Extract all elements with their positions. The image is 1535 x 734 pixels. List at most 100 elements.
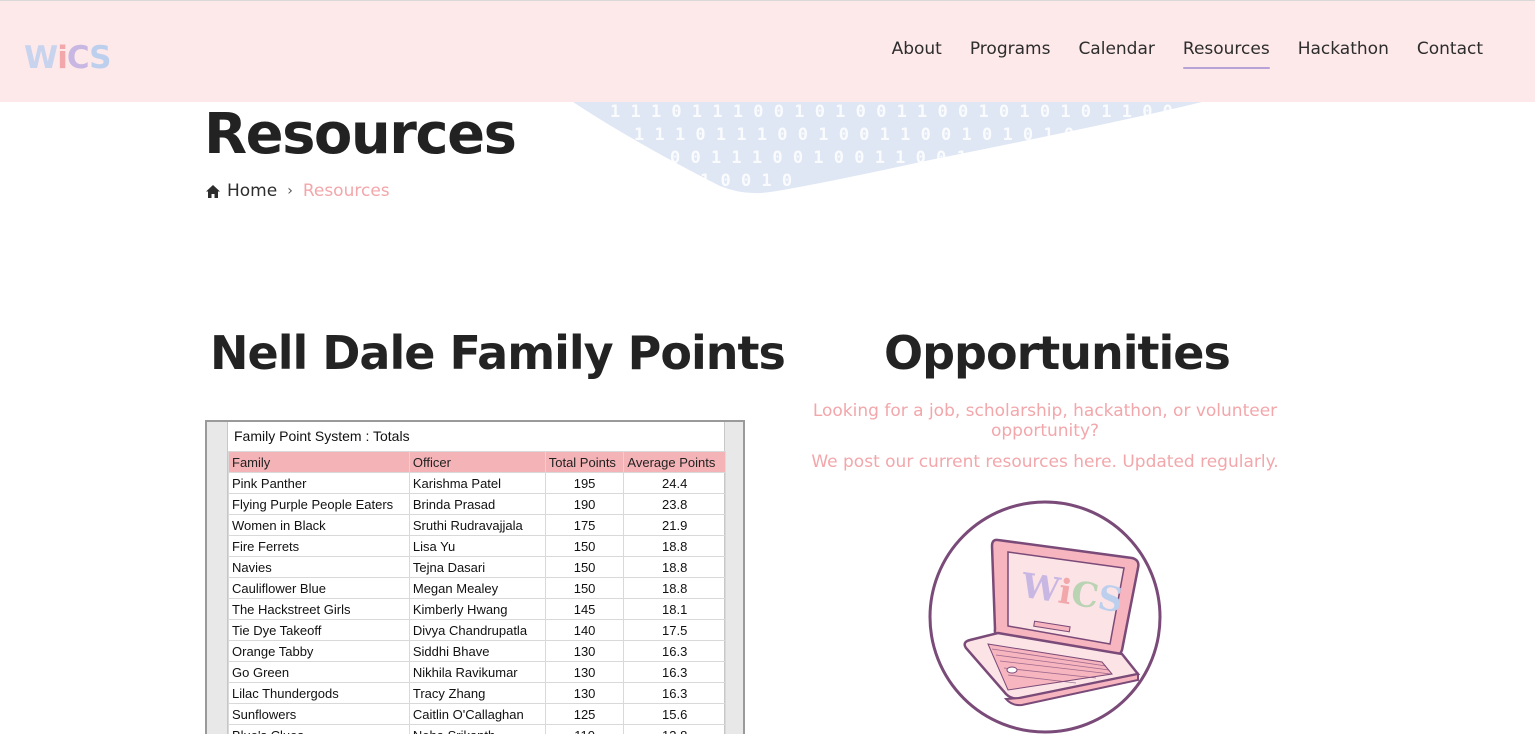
cell-average-points: 23.8 [623, 493, 726, 515]
cell-total-points: 140 [544, 619, 625, 641]
column-header-average-points: Average Points [623, 451, 726, 473]
nav-calendar[interactable]: Calendar [1078, 39, 1154, 65]
cell-average-points: 15.6 [623, 703, 726, 725]
cell-total-points: 175 [544, 514, 625, 536]
wics-logo[interactable]: WiCS [24, 31, 114, 79]
cell-family: Fire Ferrets [228, 535, 410, 557]
cell-average-points: 16.3 [623, 661, 726, 683]
table-row: Blue's CluesNeha Srikanth11013.8 [228, 724, 726, 734]
cell-family: Pink Panther [228, 472, 410, 494]
cell-family: Navies [228, 556, 410, 578]
cell-total-points: 150 [544, 556, 625, 578]
table-row: Lilac Thundergods Tracy Zhang 130 16.3 [228, 682, 726, 704]
cell-total-points: 150 [544, 577, 625, 599]
binary-row: 1 1 1 0 1 1 1 0 0 1 0 1 0 0 1 1 0 0 1 0 … [610, 102, 1173, 122]
cell-officer: Nikhila Ravikumar [408, 661, 546, 683]
cell-officer: Tracy Zhang [408, 682, 546, 704]
cell-family: Orange Tabby [228, 640, 410, 662]
table-row: Pink Panther Karishma Patel 195 24.4 [228, 472, 726, 494]
cell-average-points: 17.5 [623, 619, 726, 641]
cell-officer: Karishma Patel [408, 472, 546, 494]
column-header-total-points: Total Points [544, 451, 625, 473]
cell-average-points: 16.3 [623, 682, 726, 704]
cell-average-points: 18.8 [623, 577, 726, 599]
spreadsheet-title: Family Point System : Totals [234, 428, 410, 444]
cell-officer: Brinda Prasad [408, 493, 546, 515]
binary-row: 1 0 0 1 0 [700, 171, 792, 191]
nav-hackathon[interactable]: Hackathon [1298, 39, 1389, 65]
table-header-row: Family Officer Total Points Average Poin… [228, 451, 726, 473]
table-body: Pink Panther Karishma Patel 195 24.4 Flying … [228, 472, 726, 734]
cell-average-points: 16.3 [623, 640, 726, 662]
table-row: Flying Purple People Eaters Brinda Prasad… [228, 493, 726, 515]
cell-average-points: 18.8 [623, 535, 726, 557]
cell-average-points: 13.8 [623, 724, 726, 734]
table-row: Go Green Nikhila Ravikumar 130 16.3 [228, 661, 726, 683]
cell-total-points: 130 [544, 661, 625, 683]
cell-family: Lilac Thundergods [228, 682, 410, 704]
table-row: Navies Tejna Dasari 150 18.8 [228, 556, 726, 578]
cell-total-points: 195 [544, 472, 625, 494]
table-row: Tie Dye Takeoff Divya Chandrupatla 140 17.5 [228, 619, 726, 641]
cell-average-points: 18.8 [623, 556, 726, 578]
table-row: Women in Black Sruthi Rudravajjala 175 21.9 [228, 514, 726, 536]
nav-resources[interactable]: Resources [1182, 39, 1270, 69]
spreadsheet-body: Family Point System : Totals Family Offi… [227, 422, 726, 734]
table-row: The Hackstreet Girls Kimberly Hwang 145 18.… [228, 598, 726, 620]
breadcrumb-current: Resources [302, 181, 390, 201]
binary-row: 0 0 1 1 1 0 0 1 0 0 1 1 0 0 1 [670, 148, 967, 168]
chevron-right-icon: › [287, 183, 293, 199]
logo-letter-i: i [57, 40, 67, 76]
cell-family: Flying Purple People Eaters [228, 493, 410, 515]
logo-letter-s: S [89, 40, 110, 76]
page-title: Resources [204, 102, 517, 167]
laptop-illustration: WiCS [928, 500, 1162, 734]
cell-officer: Caitlin O'Callaghan [408, 703, 546, 725]
column-header-family: Family [228, 451, 410, 473]
cell-officer: Lisa Yu [408, 535, 546, 557]
cell-average-points: 21.9 [623, 514, 726, 536]
family-points-heading: Nell Dale Family Points [210, 326, 786, 380]
cell-family: Women in Black [228, 514, 410, 536]
family-points-spreadsheet-image: Family Point System : Totals Family Offi… [205, 420, 745, 734]
cell-total-points: 190 [544, 493, 625, 515]
column-header-officer: Officer [408, 451, 546, 473]
cell-total-points: 130 [544, 682, 625, 704]
cell-total-points: 150 [544, 535, 625, 557]
cell-total-points: 110 [544, 724, 625, 734]
home-icon [206, 184, 220, 198]
cell-officer: Sruthi Rudravajjala [408, 514, 546, 536]
binary-banner-decoration: 1 1 1 0 1 1 1 0 0 1 0 1 0 0 1 1 0 0 1 0 … [570, 100, 1210, 194]
family-points-table: Family Officer Total Points Average Poin… [228, 451, 726, 734]
cell-total-points: 145 [544, 598, 625, 620]
logo-letter-w: W [24, 40, 58, 76]
breadcrumb: Home › Resources [205, 181, 390, 201]
cell-officer: Tejna Dasari [408, 556, 546, 578]
site-header: WiCS About Programs Calendar Resources H… [0, 0, 1535, 102]
nav-programs[interactable]: Programs [970, 39, 1051, 65]
breadcrumb-home-link[interactable]: Home [205, 181, 277, 201]
cell-officer: Siddhi Bhave [408, 640, 546, 662]
cell-family: Blue's Clues [228, 724, 410, 734]
cell-average-points: 18.1 [623, 598, 726, 620]
logo-letter-c: C [67, 40, 89, 76]
cell-family: Tie Dye Takeoff [228, 619, 410, 641]
svg-text:WiCS: WiCS [24, 40, 111, 76]
cell-total-points: 125 [544, 703, 625, 725]
nav-about[interactable]: About [892, 39, 942, 65]
cell-family: Sunflowers [228, 703, 410, 725]
cell-officer: Megan Mealey [408, 577, 546, 599]
cell-officer: Neha Srikanth [408, 724, 546, 734]
cell-family: The Hackstreet Girls [228, 598, 410, 620]
cell-average-points: 24.4 [623, 472, 726, 494]
cell-family: Cauliflower Blue [228, 577, 410, 599]
opportunities-intro: Looking for a job, scholarship, hackatho… [812, 401, 1278, 441]
nav-contact[interactable]: Contact [1417, 39, 1483, 65]
cell-officer: Kimberly Hwang [408, 598, 546, 620]
table-row: Sunflowers Caitlin O'Callaghan 125 15.6 [228, 703, 726, 725]
table-row: Fire Ferrets Lisa Yu 150 18.8 [228, 535, 726, 557]
opportunities-update-note: We post our current resources here. Upda… [811, 452, 1279, 472]
cell-officer: Divya Chandrupatla [408, 619, 546, 641]
cell-total-points: 130 [544, 640, 625, 662]
table-row: Cauliflower Blue Megan Mealey 150 18.8 [228, 577, 726, 599]
